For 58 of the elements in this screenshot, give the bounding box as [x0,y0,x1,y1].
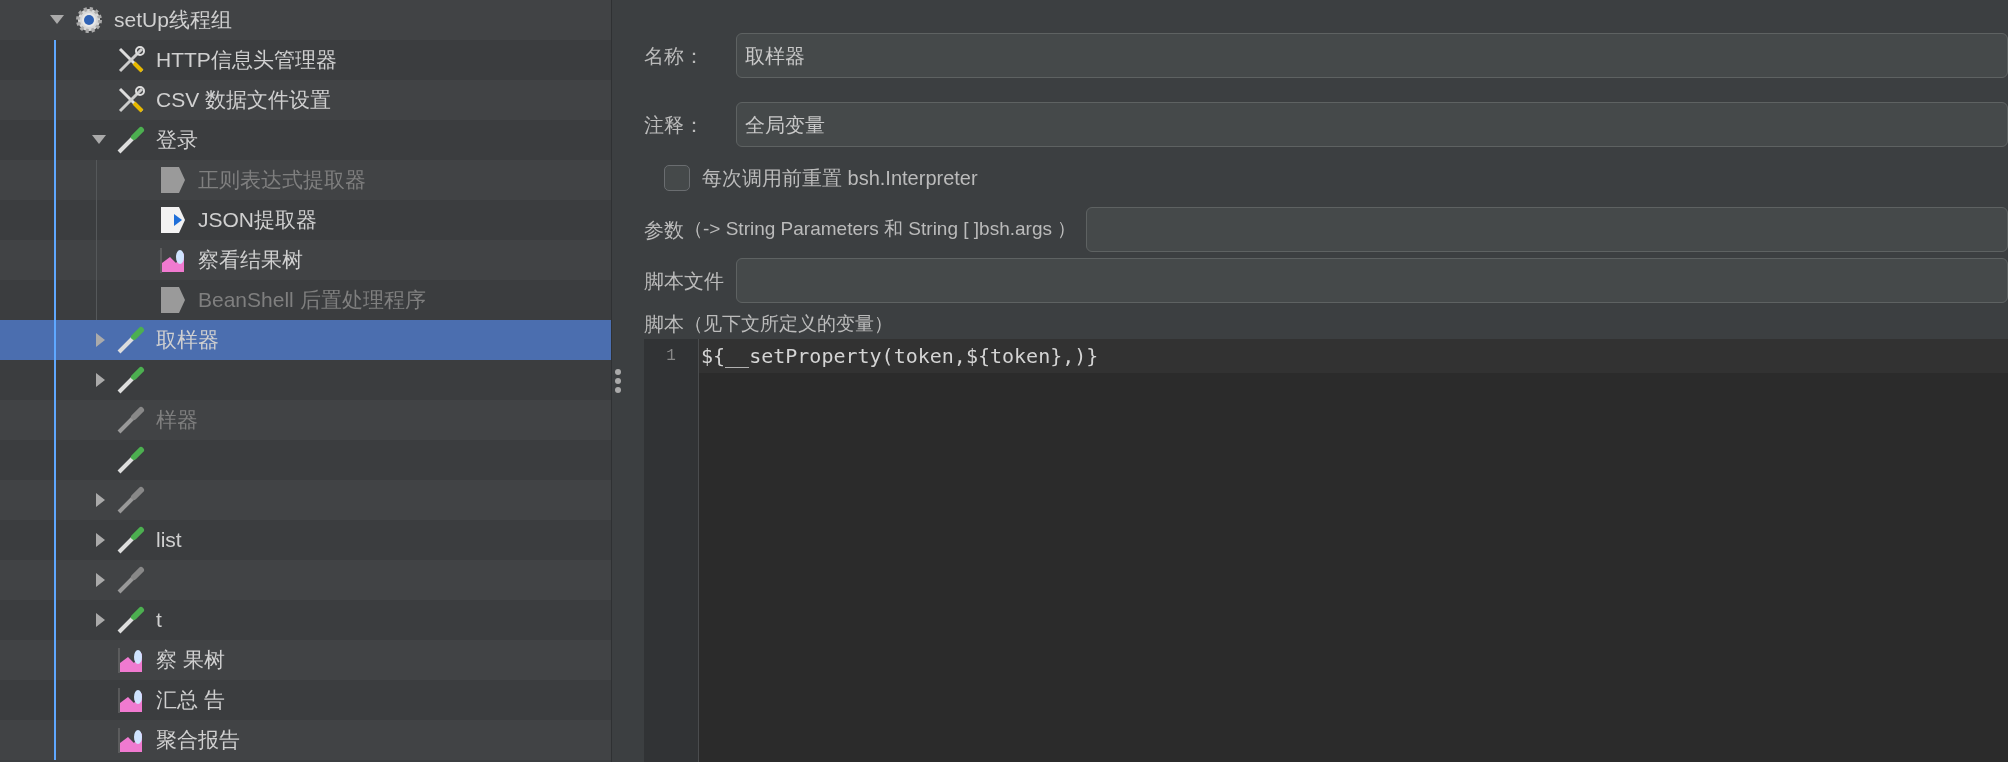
document-icon [158,165,188,195]
tree-item-label: 察看结果树 [198,247,303,274]
gear-icon [74,5,104,35]
tree-item[interactable]: 察 果树 [0,640,611,680]
tree-item-label: setUp线程组 [114,7,232,34]
pipette-icon [116,125,146,155]
tree-item-label: 取样器 [156,327,219,354]
tree-item-label: 样器 [156,407,198,434]
collapsed-arrow-icon[interactable] [96,533,106,547]
tree-item-label: 汇总 告 [156,687,225,714]
tree-item[interactable]: CSV 数据文件设置 [0,80,611,120]
pipette-icon [116,325,146,355]
field-label: 名称： [644,43,705,69]
line-number: 1 [665,346,677,367]
field-hint: （-> String Parameters 和 String [ ]bsh.args ） [684,217,1077,242]
collapsed-arrow-icon[interactable] [96,333,106,347]
field-hint: （见下文所定义的变量） [684,311,893,336]
tree-item-label: 正则表达式提取器 [198,167,366,194]
collapsed-arrow-icon[interactable] [96,613,106,627]
code-line: ${__setProperty(token,${token},)} [701,343,1099,370]
field-label: 注释： [644,112,705,138]
pipette-icon [116,365,146,395]
field-label: 参数 [644,217,684,243]
tree-item-label: HTTP信息头管理器 [156,47,337,74]
script-file-field[interactable] [736,258,2008,303]
tree-item-label: list [156,527,182,554]
tree-item-label: BeanShell 后置处理程序 [198,287,426,314]
pipette-icon [116,565,146,595]
pipette-icon [116,605,146,635]
field-label: 脚本文件 [644,268,724,294]
tools-icon [116,85,146,115]
field-label: 脚本 [644,312,684,337]
comment-field[interactable]: 全局变量 [736,102,2008,147]
tree-item-label: t [156,607,162,634]
pipette-icon [116,405,146,435]
pipette-icon [116,485,146,515]
pipette-icon [116,525,146,555]
checkbox[interactable] [664,165,690,191]
name-field[interactable]: 取样器 [736,33,2008,78]
tree-item-label: JSON提取器 [198,207,317,234]
expanded-arrow-icon[interactable] [92,135,106,145]
tree-item[interactable]: 聚合报告 [0,720,611,760]
parameters-field[interactable] [1086,207,2008,252]
script-editor[interactable]: 1 ${__setProperty(token,${token},)} [644,339,2008,762]
tree-item-label: 登录 [156,127,198,154]
document-icon [158,285,188,315]
tools-icon [116,45,146,75]
document-icon [158,205,188,235]
tree-item[interactable]: setUp线程组 [0,0,611,40]
pipette-icon [116,445,146,475]
tree-item[interactable]: 取样器 [0,320,611,360]
checkbox-label: 每次调用前重置 bsh.Interpreter [702,166,978,191]
expanded-arrow-icon[interactable] [50,15,64,25]
tree-item[interactable]: 察看结果树 [0,240,611,280]
tree-item-label: 察 果树 [156,647,225,674]
collapsed-arrow-icon[interactable] [96,373,106,387]
tree-item-label: 聚合报告 [156,727,240,754]
tree-item-label: CSV 数据文件设置 [156,87,331,114]
